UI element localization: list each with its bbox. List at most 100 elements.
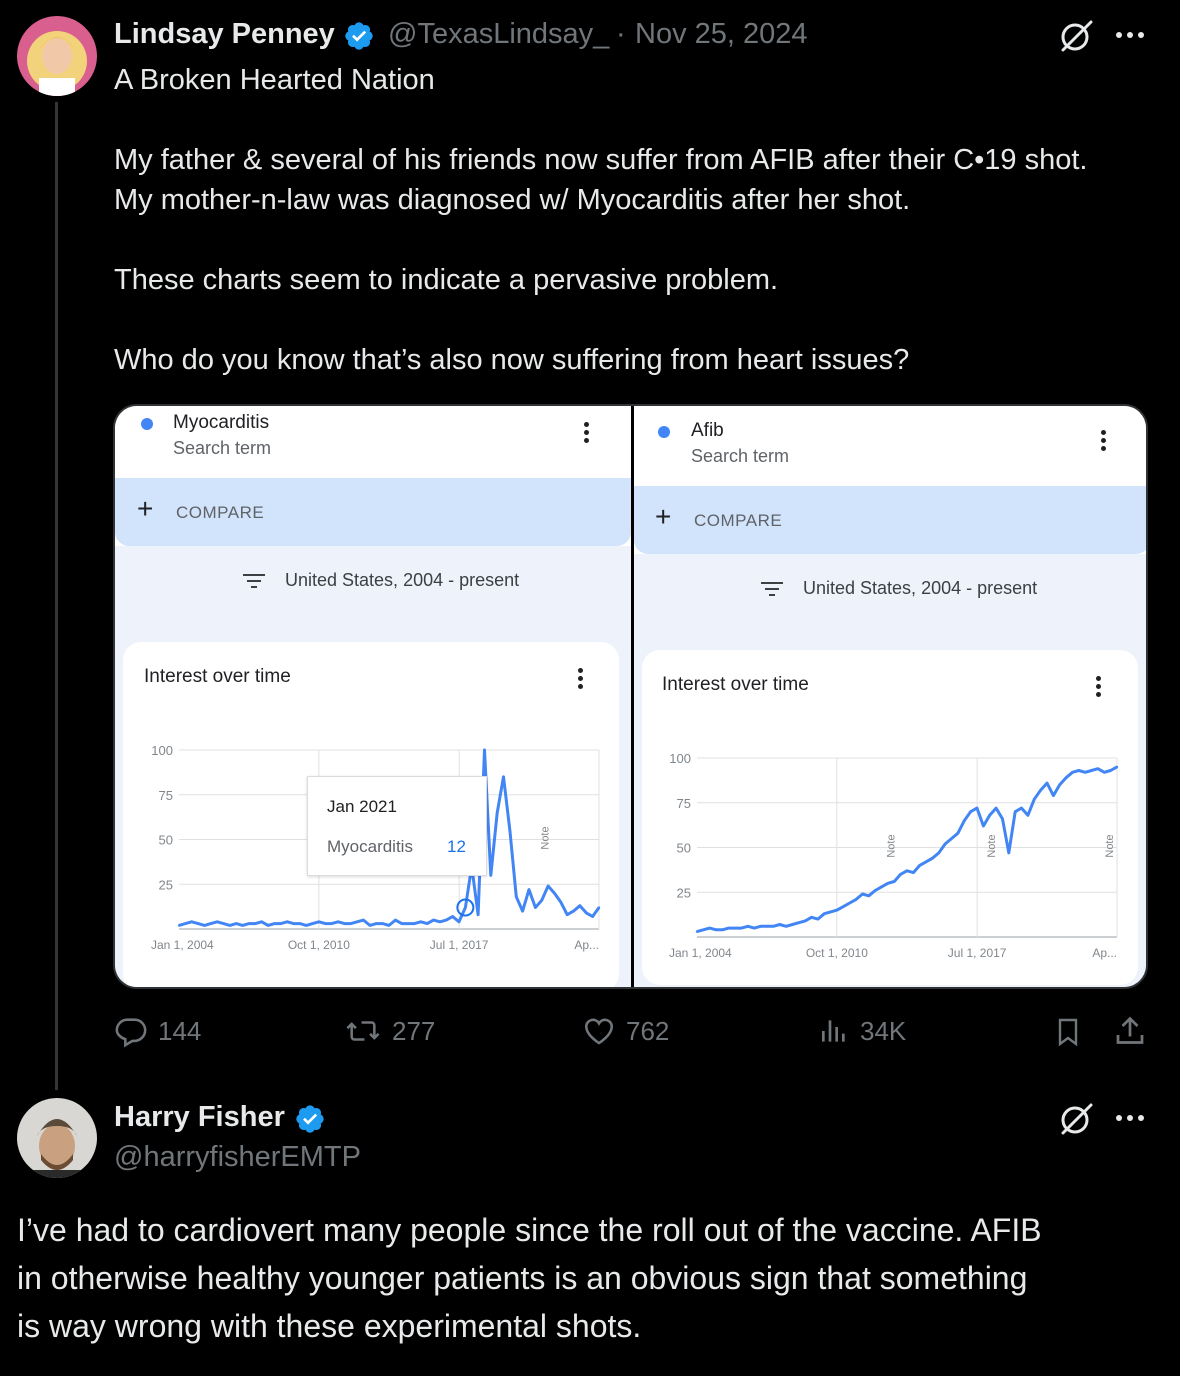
data-point <box>733 926 737 930</box>
tweet-text-line: My mother-n-law was diagnosed w/ Myocard… <box>114 184 911 216</box>
region-filter[interactable]: United States, 2004 - present <box>285 570 519 591</box>
note-annotation: Note <box>540 826 552 849</box>
data-point <box>810 916 813 919</box>
data-point <box>451 915 454 918</box>
term-menu-icon[interactable] <box>1100 430 1106 454</box>
more-icon[interactable] <box>1114 30 1146 40</box>
note-annotation: Note <box>986 834 998 857</box>
data-point <box>235 922 238 925</box>
compare-bar[interactable]: + COMPARE <box>115 478 631 546</box>
data-point <box>483 748 486 752</box>
views-icon <box>822 1020 845 1042</box>
filter-icon[interactable] <box>761 582 783 598</box>
avatar-harry[interactable] <box>17 1098 97 1178</box>
data-point <box>784 925 788 928</box>
data-point <box>355 920 359 924</box>
share-icon[interactable] <box>1112 1014 1148 1050</box>
repost-button[interactable]: 277 <box>344 1014 435 1048</box>
data-point <box>215 920 219 924</box>
tweet-text-line: I’ve had to cardiovert many people since… <box>17 1212 1042 1248</box>
trends-panel-afib[interactable]: Afib Search term + COMPARE United States… <box>634 406 1146 987</box>
data-point <box>905 869 909 872</box>
repost-count: 277 <box>392 1015 436 1046</box>
region-filter[interactable]: United States, 2004 - present <box>803 578 1037 599</box>
data-point <box>597 906 601 909</box>
views-button[interactable]: 34K <box>818 1014 906 1048</box>
author-handle[interactable]: @TexasLindsay_ <box>388 18 609 51</box>
tweet-media[interactable]: Myocarditis Search term + COMPARE United… <box>113 404 1148 989</box>
term-name: Myocarditis <box>173 412 270 433</box>
data-point <box>203 924 206 927</box>
filter-icon[interactable] <box>243 574 265 590</box>
data-point <box>260 920 263 924</box>
data-point <box>546 884 550 888</box>
data-point <box>759 925 762 928</box>
x-tick-label: Oct 1, 2010 <box>288 938 350 952</box>
data-point <box>893 880 896 883</box>
data-point <box>432 918 435 922</box>
data-point <box>559 900 563 904</box>
chart-tooltip: Jan 2021 Myocarditis 12 <box>307 776 487 876</box>
data-point <box>438 920 442 924</box>
y-tick-label: 100 <box>669 751 691 766</box>
data-point <box>515 895 518 898</box>
author-name[interactable]: Harry Fisher <box>114 1101 285 1134</box>
series-line <box>696 765 1118 934</box>
compare-label: COMPARE <box>694 511 783 530</box>
data-point <box>899 873 902 876</box>
y-tick-label: 50 <box>677 841 691 856</box>
plus-icon: + <box>655 501 672 532</box>
data-point <box>311 922 314 925</box>
compare-bar[interactable]: + COMPARE <box>634 486 1146 554</box>
avatar-lindsay[interactable] <box>17 16 97 96</box>
afib-chart: 25 50 75 100 Jan 1, 2004 Oct 1, 2010 Jul 1, 20… <box>669 751 1119 960</box>
data-point <box>222 922 225 925</box>
term-color-dot <box>658 426 670 438</box>
author-name[interactable]: Lindsay Penney <box>114 18 335 51</box>
note-annotation: Note <box>885 834 897 857</box>
like-button[interactable]: 762 <box>582 1014 669 1048</box>
data-point <box>317 920 321 924</box>
data-point <box>292 922 295 925</box>
data-point <box>349 922 353 925</box>
data-point <box>1001 817 1004 821</box>
data-point <box>1096 767 1100 770</box>
data-point <box>419 920 423 924</box>
grok-icon[interactable] <box>1058 1101 1094 1137</box>
data-point <box>508 829 512 832</box>
data-point <box>425 922 429 925</box>
data-point <box>829 910 832 914</box>
views-count: 34K <box>860 1015 907 1046</box>
data-point <box>1052 794 1055 797</box>
x-tick-label: Oct 1, 2010 <box>806 946 868 960</box>
grok-icon[interactable] <box>1058 18 1094 54</box>
data-point <box>591 915 594 918</box>
data-point <box>982 824 985 828</box>
trends-panel-myocarditis[interactable]: Myocarditis Search term + COMPARE United… <box>115 406 631 987</box>
author-handle[interactable]: @harryfisherEMTP <box>114 1141 361 1174</box>
data-point <box>1058 783 1061 787</box>
reply-button[interactable]: 144 <box>114 1014 201 1048</box>
data-point <box>553 892 556 895</box>
data-point <box>209 922 213 925</box>
data-point <box>975 806 979 810</box>
tooltip-term: Myocarditis <box>327 837 413 856</box>
data-point <box>746 925 750 928</box>
data-point <box>1083 771 1087 774</box>
term-menu-icon[interactable] <box>583 422 589 446</box>
data-point <box>740 926 743 930</box>
x-tick-label: Jul 1, 2017 <box>948 946 1007 960</box>
x-tick-label: Ap... <box>1092 946 1117 960</box>
more-icon[interactable] <box>1114 1113 1146 1123</box>
like-count: 762 <box>626 1015 670 1046</box>
data-point <box>848 901 851 905</box>
region-filter-area: United States, 2004 - present Interest o… <box>115 546 631 987</box>
data-point <box>1109 769 1112 772</box>
tweet-date[interactable]: Nov 25, 2024 <box>635 18 808 51</box>
bookmark-icon[interactable] <box>1052 1014 1084 1050</box>
data-point <box>241 924 244 927</box>
tweet-text-line: My father & several of his friends now s… <box>114 144 1088 176</box>
data-point <box>956 831 960 835</box>
y-tick-label: 75 <box>159 788 173 803</box>
tweet-text-line: A Broken Hearted Nation <box>114 64 435 96</box>
